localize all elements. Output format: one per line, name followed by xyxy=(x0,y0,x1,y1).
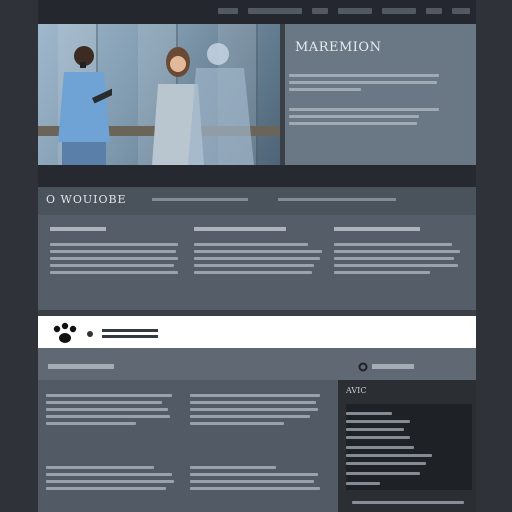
band-text xyxy=(278,198,396,201)
sidebar-item[interactable] xyxy=(346,462,426,465)
nav-item-6[interactable] xyxy=(426,8,442,14)
sidebar-item[interactable] xyxy=(346,454,432,457)
sidebar-item[interactable] xyxy=(346,472,420,475)
nav-item-4[interactable] xyxy=(338,8,372,14)
nav-item-5[interactable] xyxy=(382,8,416,14)
feature-column xyxy=(50,227,180,278)
sidebar-footer xyxy=(352,501,464,504)
sidebar-list xyxy=(346,404,472,490)
lower-text-block xyxy=(190,462,324,494)
paw-icon xyxy=(53,322,77,343)
band-text xyxy=(152,198,248,201)
hero-title: MAREMION xyxy=(295,40,382,55)
sidebar-label: AVIC xyxy=(346,386,367,395)
feature-column xyxy=(334,227,464,278)
sidebar-item[interactable] xyxy=(346,412,392,415)
lower-section: AVIC xyxy=(38,348,476,512)
circle-icon xyxy=(87,331,93,337)
nav-item-1[interactable] xyxy=(218,8,238,14)
page-frame: MAREMION O WOUIOBE AVIC xyxy=(38,0,476,512)
callout-text xyxy=(102,326,158,341)
hero-panel: MAREMION xyxy=(285,24,476,165)
sidebar-item[interactable] xyxy=(346,436,410,439)
hero-text-2 xyxy=(289,104,439,129)
nav-item-7[interactable] xyxy=(452,8,470,14)
lower-label xyxy=(48,364,114,369)
section-title: O WOUIOBE xyxy=(46,193,127,206)
sidebar-item[interactable] xyxy=(346,482,380,485)
sidebar-item[interactable] xyxy=(346,428,404,431)
nav-item-2[interactable] xyxy=(248,8,302,14)
callout-bar xyxy=(38,316,476,348)
lower-text-block xyxy=(46,390,176,429)
feature-columns xyxy=(38,215,476,310)
circle-icon xyxy=(358,362,368,372)
top-bar xyxy=(38,0,476,24)
feature-column xyxy=(194,227,324,278)
sidebar-item[interactable] xyxy=(346,446,414,449)
lower-header xyxy=(38,348,476,380)
divider-strip xyxy=(38,165,476,187)
section-band: O WOUIOBE xyxy=(38,187,476,215)
hero-text xyxy=(289,70,439,95)
sidebar: AVIC xyxy=(338,380,476,512)
person-figure xyxy=(58,46,112,165)
lower-note xyxy=(372,364,414,369)
lower-text-block xyxy=(46,462,176,494)
top-nav xyxy=(218,8,470,14)
person-figure xyxy=(188,43,254,165)
nav-item-3[interactable] xyxy=(312,8,328,14)
sidebar-item[interactable] xyxy=(346,420,410,423)
hero-image xyxy=(38,24,280,165)
lower-text-block xyxy=(190,390,324,429)
